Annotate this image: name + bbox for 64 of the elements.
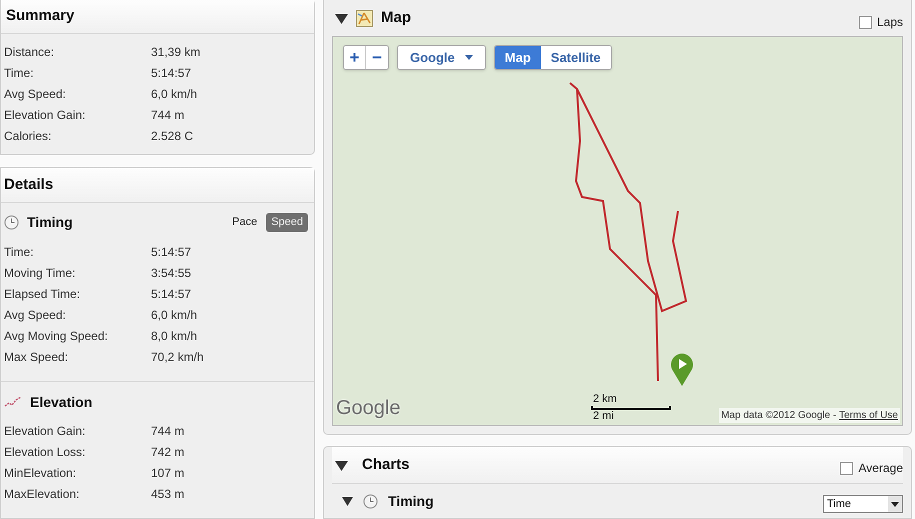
average-checkbox[interactable]: [840, 462, 853, 474]
section-title: Timing: [388, 492, 434, 511]
stat-label: Max Speed:: [4, 348, 70, 366]
map-icon: [356, 10, 373, 26]
axis-select[interactable]: Time: [823, 495, 903, 513]
stat-label: Elapsed Time:: [4, 286, 82, 302]
stat-label: MinElevation:: [4, 464, 78, 482]
attribution-text: Map data ©2012 Google -: [721, 409, 838, 423]
collapse-triangle-icon[interactable]: [335, 460, 348, 470]
scale-label: 2 mi: [592, 410, 615, 423]
stat-label: Calories:: [4, 128, 52, 144]
stat-label: Elevation Loss:: [4, 444, 86, 460]
section-title: Elevation: [30, 392, 92, 412]
stat-value: 8,0 km/h: [151, 328, 198, 344]
caret-icon: [464, 55, 473, 60]
stat-value: 70,2 km/h: [151, 348, 204, 366]
stat-label: Avg Moving Speed:: [4, 328, 109, 344]
scale-label: 2 km: [592, 393, 618, 406]
stat-label: MaxElevation:: [4, 486, 80, 502]
stat-value: 6,0 km/h: [151, 86, 198, 102]
laps-checkbox[interactable]: [858, 16, 872, 28]
stat-value: 453 m: [151, 486, 184, 502]
clock-icon: [363, 494, 378, 508]
view-toggle[interactable]: Speed: [266, 212, 308, 232]
stat-label: Avg Speed:: [4, 306, 67, 324]
view-toggle[interactable]: Pace: [227, 212, 262, 232]
stat-value: 31,39 km: [151, 44, 200, 60]
section-title: Timing: [27, 212, 73, 232]
stat-value: 107 m: [151, 464, 184, 482]
zoom-out-button[interactable]: −: [366, 46, 388, 69]
stat-label: Elevation Gain:: [4, 422, 86, 440]
stat-value: 742 m: [151, 444, 184, 460]
stat-label: Distance:: [4, 44, 56, 60]
elevation-icon: [4, 396, 22, 408]
clock-icon: [4, 214, 19, 230]
stat-label: Elevation Gain:: [4, 106, 86, 124]
stat-value: 3:54:55: [151, 264, 192, 282]
map-title: Map: [381, 8, 411, 28]
stat-value: 5:14:57: [151, 286, 192, 302]
provider-dropdown[interactable]: Google: [397, 45, 486, 70]
collapse-triangle-icon[interactable]: [335, 12, 348, 24]
zoom-in-button[interactable]: +: [344, 46, 366, 69]
collapse-triangle-icon[interactable]: [342, 496, 353, 506]
stat-label: Avg Speed:: [4, 86, 67, 102]
start-marker-icon: [669, 351, 695, 387]
charts-title: Charts: [362, 454, 410, 475]
stat-label: Moving Time:: [4, 264, 76, 282]
stat-value: 5:14:57: [151, 244, 192, 260]
details-title: Details: [4, 174, 54, 195]
stat-value: 744 m: [151, 106, 184, 124]
summary-title: Summary: [6, 6, 74, 26]
stat-label: Time:: [4, 244, 35, 260]
average-label: Average: [858, 460, 903, 477]
terms-link[interactable]: Terms of Use: [839, 408, 898, 423]
stat-value: 2.528 C: [151, 128, 194, 144]
stat-value: 5:14:57: [151, 64, 192, 82]
map-logo: Google: [336, 396, 400, 421]
stat-label: Time:: [4, 64, 35, 82]
stat-value: 744 m: [151, 422, 184, 440]
map-type-tab[interactable]: Satellite: [540, 46, 611, 69]
map-type-tab[interactable]: Map: [494, 46, 541, 69]
laps-label: Laps: [876, 14, 903, 31]
stat-value: 6,0 km/h: [151, 306, 198, 324]
caret-icon: [888, 496, 902, 512]
